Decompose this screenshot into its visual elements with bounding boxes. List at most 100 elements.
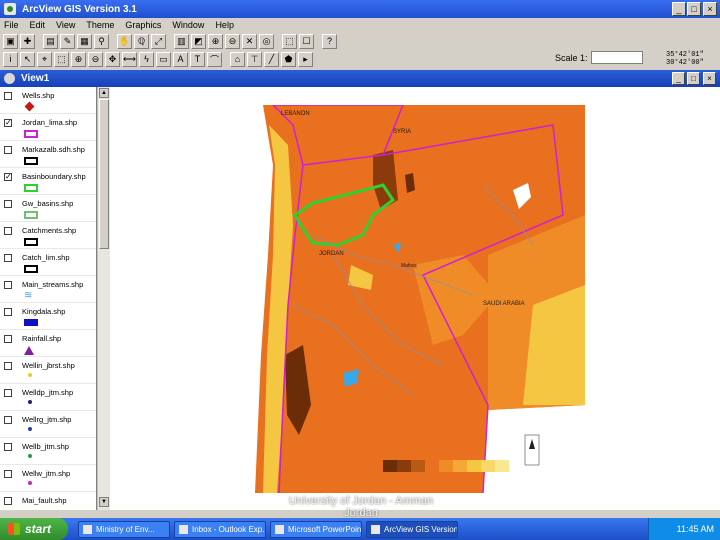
menu-graphics[interactable]: Graphics [125,20,161,30]
pointer-icon[interactable]: ↖ [20,51,35,67]
zoom-to-themes-icon[interactable]: ▥ [174,33,189,49]
help-icon[interactable]: ? [322,33,337,49]
menu-window[interactable]: Window [172,20,204,30]
taskbar-item-powerpoint[interactable]: Microsoft PowerPoint ... [270,520,362,538]
legend-item[interactable]: Wellin_jbrst.shp [0,357,96,384]
vertex-edit-icon[interactable]: ⌖ [37,51,52,67]
maximize-button[interactable]: □ [687,2,701,16]
toc-scrollbar[interactable]: ▲ ▼ [97,87,110,510]
legend-item[interactable]: ✓ Jordan_lima.shp [0,114,96,141]
menu-view[interactable]: View [56,20,75,30]
jordan-map[interactable]: LEBANON SYRIA JORDAN SAUDI ARABIA Mafraq [233,105,585,493]
view-minimize-button[interactable]: _ [672,72,685,85]
clear-selection-icon[interactable]: ⬚ [282,33,297,49]
view-close-button[interactable]: × [703,72,716,85]
zoom-out-tool-icon[interactable]: ⊖ [88,51,103,67]
layer-visibility-checkbox[interactable] [4,470,12,478]
snap-icon[interactable]: ⌂ [230,51,245,67]
scale-input[interactable] [590,51,643,64]
select-features-icon[interactable]: ◎ [259,33,274,49]
save-project-icon[interactable]: ▣ [3,33,18,49]
theme-properties-icon[interactable]: ▤ [43,33,58,49]
taskbar-item-arcview[interactable]: ArcView GIS Version 3.1 [366,520,458,538]
menu-file[interactable]: File [4,20,19,30]
pan-icon[interactable]: ✥ [105,51,120,67]
zoom-full-extent-icon[interactable]: ⤢ [151,33,166,49]
legend-item[interactable]: Wells.shp [0,87,96,114]
label-icon[interactable]: A [173,51,188,67]
find-icon[interactable]: ⚲ [94,33,109,49]
menu-help[interactable]: Help [215,20,234,30]
layer-visibility-checkbox[interactable] [4,389,12,397]
area-of-interest-icon[interactable]: ▭ [156,51,171,67]
title-bar: ArcView GIS Version 3.1 _ □ × [0,0,720,18]
point-tool-icon[interactable]: ▸ [298,51,313,67]
measure-icon[interactable]: ⟷ [122,51,137,67]
zoom-in-tool-icon[interactable]: ⊕ [71,51,86,67]
split-icon[interactable]: ⊤ [247,51,262,67]
view-maximize-button[interactable]: □ [687,72,700,85]
layer-visibility-checkbox[interactable] [4,227,12,235]
zoom-to-selected-icon[interactable]: ◩ [191,33,206,49]
edit-legend-icon[interactable]: ✎ [60,33,75,49]
zoom-previous-icon[interactable]: ✕ [242,33,257,49]
scroll-up-arrow[interactable]: ▲ [99,88,109,98]
close-button[interactable]: × [703,2,717,16]
arcview-app-icon[interactable] [4,3,16,15]
layer-visibility-checkbox[interactable]: ✓ [4,173,12,181]
legend-item[interactable]: Markazalb.sdh.shp [0,141,96,168]
scroll-down-arrow[interactable]: ▼ [99,497,109,507]
task-label: Inbox - Outlook Exp... [192,524,266,534]
legend-item[interactable]: Rainfall.shp [0,330,96,357]
layer-visibility-checkbox[interactable] [4,281,12,289]
legend-item[interactable]: Wellrg_jtm.shp [0,411,96,438]
hotlink-icon[interactable]: ϟ [139,51,154,67]
zoom-out-icon[interactable]: ⊖ [225,33,240,49]
layer-visibility-checkbox[interactable] [4,416,12,424]
view-icon[interactable] [4,73,15,84]
polygon-tool-icon[interactable]: ⬟ [281,51,296,67]
line-tool-icon[interactable]: ╱ [264,51,279,67]
legend-symbol-blue-point [28,427,32,431]
legend-item[interactable]: Gw_basins.shp [0,195,96,222]
legend-item[interactable]: Kingdala.shp [0,303,96,330]
minimize-button[interactable]: _ [672,2,686,16]
add-theme-icon[interactable]: ✚ [20,33,35,49]
button-bar: ▣ ✚ ▤ ✎ ▦ ⚲ ✋ ℚ ⤢ ▥ ◩ ⊕ ⊖ ✕ ◎ ⬚ ☐ ? [0,32,720,50]
locate-address-icon[interactable]: ✋ [117,33,132,49]
legend-item[interactable]: Wellb_jtm.shp [0,438,96,465]
menu-theme[interactable]: Theme [86,20,114,30]
legend-item[interactable]: Mai_fault.shp [0,492,96,510]
query-builder-icon[interactable]: ℚ [134,33,149,49]
layer-visibility-checkbox[interactable] [4,254,12,262]
layer-visibility-checkbox[interactable] [4,200,12,208]
layer-visibility-checkbox[interactable] [4,92,12,100]
draw-icon[interactable]: ⌒ [207,51,222,67]
start-button[interactable]: start [0,518,68,540]
select-feature-icon[interactable]: ⬚ [54,51,69,67]
taskbar-item-outlook[interactable]: Inbox - Outlook Exp... [174,520,266,538]
map-display[interactable]: LEBANON SYRIA JORDAN SAUDI ARABIA Mafraq [110,87,720,510]
legend-item[interactable]: Catch_lim.shp [0,249,96,276]
text-icon[interactable]: T [190,51,205,67]
layer-visibility-checkbox[interactable] [4,497,12,505]
zoom-in-icon[interactable]: ⊕ [208,33,223,49]
scroll-thumb[interactable] [99,99,109,249]
layer-visibility-checkbox[interactable] [4,146,12,154]
legend-item[interactable]: Main_streams.shp ≋ [0,276,96,303]
legend-item[interactable]: Wellw_jtm.shp [0,465,96,492]
layer-visibility-checkbox[interactable] [4,443,12,451]
layer-visibility-checkbox[interactable]: ✓ [4,119,12,127]
legend-item[interactable]: ✓ Basinboundary.shp [0,168,96,195]
legend-item[interactable]: Welldp_jtm.shp [0,384,96,411]
legend-item[interactable]: Catchments.shp [0,222,96,249]
layer-visibility-checkbox[interactable] [4,308,12,316]
identify-icon[interactable]: i [3,51,18,67]
menu-edit[interactable]: Edit [30,20,46,30]
layer-visibility-checkbox[interactable] [4,335,12,343]
label-saudi-arabia: SAUDI ARABIA [483,301,525,307]
taskbar-item-ministry[interactable]: Ministry of Env... [78,520,170,538]
layout-icon[interactable]: ☐ [299,33,314,49]
layer-visibility-checkbox[interactable] [4,362,12,370]
open-table-icon[interactable]: ▦ [77,33,92,49]
